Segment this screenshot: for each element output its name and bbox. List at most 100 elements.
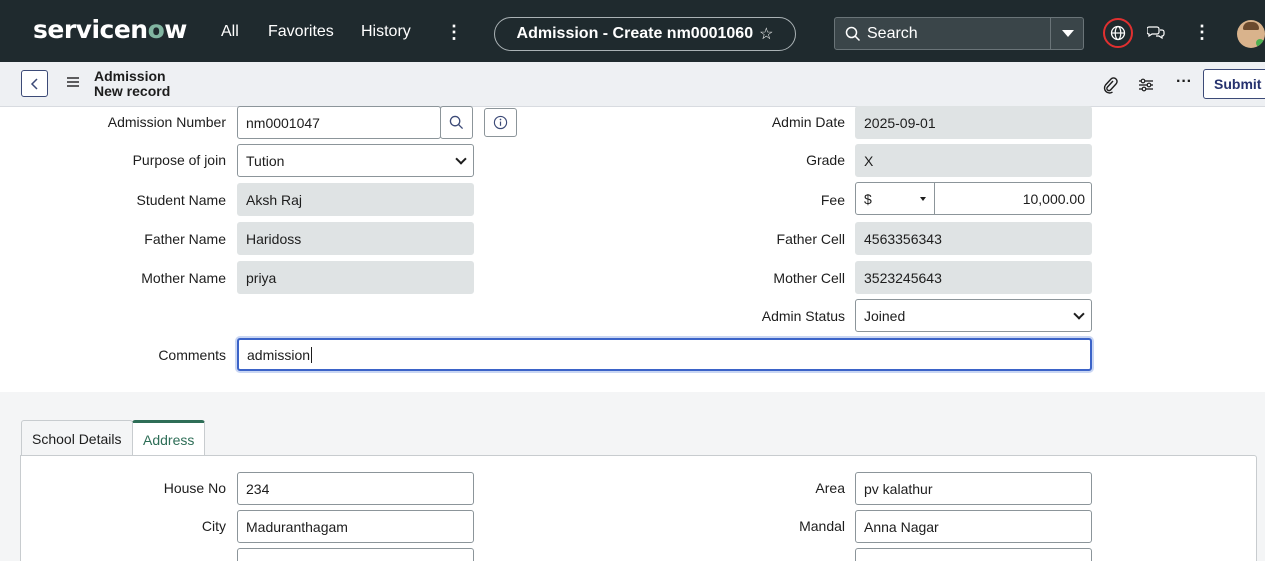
lookup-search-button[interactable] (440, 106, 473, 139)
father-cell-value: 4563356343 (864, 230, 942, 247)
tab-address-label: Address (143, 432, 195, 448)
personalize-form-icon[interactable] (1138, 78, 1154, 92)
pincode-field[interactable] (855, 548, 1092, 561)
logo-text-end: w (164, 15, 187, 44)
admin-status-value: Joined (864, 307, 906, 324)
table-name: Admission (94, 68, 166, 84)
user-menu-kebab-icon[interactable]: ⋮ (1193, 22, 1211, 43)
nav-favorites[interactable]: Favorites (268, 23, 334, 41)
form-header: Admission New record ··· Submit (0, 62, 1265, 107)
mother-cell-value: 3523245643 (864, 269, 942, 286)
back-button[interactable] (21, 70, 48, 97)
search-scope-dropdown[interactable] (1050, 18, 1084, 49)
purpose-of-join-value: Tution (246, 152, 285, 169)
chat-icon[interactable] (1147, 24, 1165, 40)
father-cell-label: Father Cell (776, 231, 845, 247)
father-name-field: Haridoss (237, 222, 474, 255)
context-title-pill[interactable]: Admission - Create nm0001060 ☆ (494, 17, 796, 51)
paperclip-icon[interactable] (1102, 76, 1118, 94)
purpose-of-join-select[interactable]: Tution (237, 144, 474, 177)
favorite-star-icon[interactable]: ☆ (759, 24, 773, 44)
house-no-field[interactable]: 234 (237, 472, 474, 505)
globe-glyph (1110, 25, 1126, 41)
admin-date-label: Admin Date (771, 114, 845, 130)
house-no-value: 234 (246, 480, 270, 497)
area-value: pv kalathur (864, 480, 933, 497)
mandal-label: Mandal (799, 518, 845, 534)
city-value: Maduranthagam (246, 518, 348, 535)
mother-cell-field: 3523245643 (855, 261, 1092, 294)
servicenow-logo[interactable]: servicenow (33, 15, 187, 44)
tab-school-details[interactable]: School Details (21, 420, 133, 456)
fee-amount-field[interactable]: 10,000.00 (935, 182, 1092, 215)
caret-down-icon (1061, 30, 1074, 37)
student-name-label: Student Name (136, 192, 227, 208)
global-search (834, 17, 1084, 50)
area-field[interactable]: pv kalathur (855, 472, 1092, 505)
admin-status-label: Admin Status (761, 308, 845, 324)
area-label: Area (815, 480, 845, 496)
address-tab-panel (20, 455, 1257, 561)
chevron-left-icon (30, 77, 38, 90)
comments-field[interactable]: admission (237, 338, 1092, 371)
father-cell-field: 4563356343 (855, 222, 1092, 255)
mother-name-value: priya (246, 269, 277, 286)
submit-button[interactable]: Submit (1203, 69, 1265, 99)
admission-number-field[interactable]: nm0001047 (237, 106, 441, 139)
mandal-value: Anna Nagar (864, 518, 939, 535)
search-input[interactable] (861, 18, 1061, 49)
text-cursor (311, 346, 313, 363)
admin-status-select[interactable]: Joined (855, 299, 1092, 332)
logo-accent-o: o (147, 15, 165, 44)
tab-school-details-label: School Details (32, 430, 122, 447)
caret-down-icon (920, 196, 926, 201)
mandal-field[interactable]: Anna Nagar (855, 510, 1092, 543)
city-label: City (201, 518, 226, 534)
logo-text: servicen (33, 15, 148, 44)
admin-date-value: 2025-09-01 (864, 114, 936, 131)
mother-name-label: Mother Name (141, 270, 226, 286)
house-no-label: House No (163, 480, 226, 496)
globe-icon[interactable] (1103, 18, 1133, 48)
fee-label: Fee (820, 192, 845, 208)
district-field[interactable] (237, 548, 474, 561)
admission-number-label: Admission Number (107, 114, 226, 130)
presence-dot-icon (1256, 39, 1264, 47)
search-icon (449, 115, 464, 130)
fee-currency-value: $ (864, 190, 872, 207)
admin-date-field: 2025-09-01 (855, 106, 1092, 139)
comments-label: Comments (158, 347, 226, 363)
nav-all[interactable]: All (221, 23, 239, 41)
search-icon (845, 26, 861, 41)
city-field[interactable]: Maduranthagam (237, 510, 474, 543)
student-name-field: Aksh Raj (237, 183, 474, 216)
mother-name-field: priya (237, 261, 474, 294)
grade-label: Grade (806, 152, 845, 168)
hamburger-menu-icon[interactable] (66, 76, 80, 88)
father-name-value: Haridoss (246, 230, 302, 247)
avatar[interactable] (1237, 20, 1265, 48)
grade-value: X (864, 152, 874, 169)
more-options-icon[interactable]: ··· (1176, 73, 1192, 91)
record-state: New record (94, 83, 171, 99)
fee-currency-select[interactable]: $ (855, 182, 935, 215)
more-menu-icon[interactable]: ⋮ (445, 22, 463, 43)
info-button[interactable] (484, 108, 517, 137)
top-navigation-bar: servicenow All Favorites History ⋮ Admis… (0, 0, 1265, 62)
chevron-down-icon (1073, 307, 1085, 320)
tab-address[interactable]: Address (132, 420, 206, 457)
nav-history[interactable]: History (361, 23, 411, 41)
avatar-hair (1243, 22, 1259, 30)
comments-value: admission (247, 346, 311, 363)
info-icon (493, 115, 508, 130)
grade-field: X (855, 144, 1092, 177)
mother-cell-label: Mother Cell (773, 270, 845, 286)
purpose-of-join-label: Purpose of join (132, 152, 226, 168)
fee-amount-value: 10,000.00 (1022, 190, 1085, 207)
chevron-down-icon (455, 152, 467, 165)
admission-number-value: nm0001047 (246, 114, 320, 131)
record-title: Admission New record (94, 69, 170, 99)
context-title: Admission - Create nm0001060 (516, 25, 754, 42)
father-name-label: Father Name (144, 231, 226, 247)
student-name-value: Aksh Raj (246, 191, 303, 208)
